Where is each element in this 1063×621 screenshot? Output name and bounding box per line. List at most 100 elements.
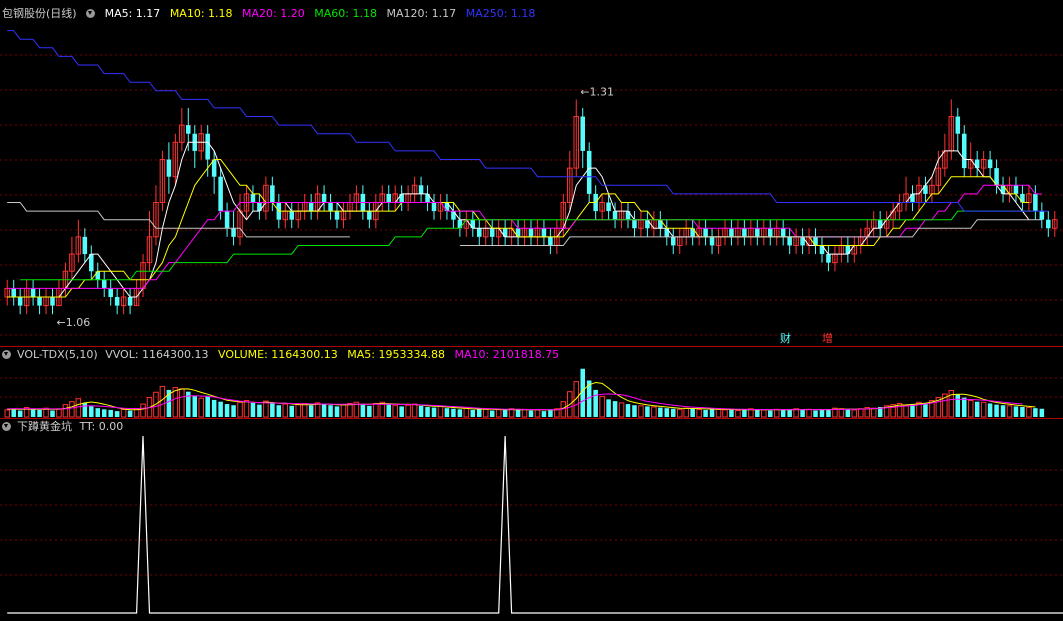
legend-ma20: MA20: 1.20 — [242, 7, 305, 20]
candle-down — [218, 176, 223, 212]
volume-bar — [463, 407, 470, 418]
volume-bar — [1039, 408, 1045, 417]
candle-down — [37, 297, 42, 306]
candle-down — [800, 236, 805, 246]
candle-down — [987, 159, 993, 169]
candle-down — [541, 228, 547, 237]
volume-bar — [4, 409, 10, 418]
volume-bar — [967, 400, 974, 418]
volume-bar — [321, 404, 327, 417]
candle-down — [186, 125, 191, 134]
volume-bar — [923, 402, 928, 417]
legend-volume: VOLUME: 1164300.13 — [218, 348, 338, 361]
volume-bar — [159, 385, 166, 418]
volume-bar — [813, 410, 818, 417]
volume-bar — [308, 405, 314, 417]
volume-bar — [295, 404, 301, 418]
settings-circle-icon[interactable] — [2, 422, 11, 431]
volume-bar — [974, 401, 980, 417]
candle-down — [1013, 185, 1019, 194]
candle-down — [1033, 193, 1038, 212]
volume-bar — [314, 402, 321, 418]
settings-circle-icon[interactable] — [2, 350, 11, 359]
volume-bar — [528, 410, 534, 417]
kline-chart[interactable]: ←1.31 ←1.06 — [0, 0, 1063, 621]
candle-down — [709, 236, 715, 246]
candle-down — [101, 279, 107, 289]
volume-bar — [243, 400, 250, 418]
candle-down — [308, 202, 314, 212]
volume-bar — [742, 409, 747, 417]
volume-bar — [541, 411, 547, 417]
price-legend: 包钢股份(日线) MA5: 1.17 MA10: 1.18 MA20: 1.20… — [2, 7, 541, 21]
candle-down — [321, 193, 327, 203]
volume-bar — [367, 405, 372, 417]
volume-bar — [451, 408, 456, 417]
volume-bar — [502, 409, 508, 417]
legend-ma120: MA120: 1.17 — [386, 7, 457, 20]
volume-bar — [638, 405, 644, 418]
volume-bar — [56, 408, 62, 418]
price-panel[interactable]: ←1.31 ←1.06 — [4, 30, 1058, 330]
volume-bar — [470, 409, 476, 417]
volume-bar — [399, 406, 404, 417]
volume-bar — [211, 399, 217, 417]
candle-down — [425, 193, 430, 203]
candle-down — [289, 211, 295, 220]
volume-bar — [411, 403, 418, 418]
volume-bar — [851, 409, 858, 418]
candle-down — [961, 133, 967, 169]
volume-bar — [257, 404, 262, 417]
volume-bar — [231, 405, 236, 417]
volume-bar — [95, 408, 101, 417]
volume-bar — [606, 399, 611, 417]
volume-bar — [482, 408, 489, 418]
candle-down — [418, 185, 424, 194]
volume-bar — [495, 408, 502, 418]
volume-bar — [405, 404, 411, 418]
volume-bar — [806, 408, 812, 418]
volume-bar — [425, 406, 430, 417]
candle-down — [580, 116, 585, 151]
marker-cai[interactable]: 财 — [780, 333, 791, 345]
marker-zeng[interactable]: 增 — [822, 333, 833, 345]
volume-bar — [826, 409, 831, 417]
volume-bar — [780, 409, 786, 417]
volume-bar — [696, 408, 702, 418]
indicator-panel[interactable] — [7, 435, 1063, 614]
volume-bar — [437, 405, 444, 418]
volume-bar — [457, 409, 463, 417]
legend-ma250: MA250: 1.18 — [465, 7, 536, 20]
candle-down — [548, 236, 553, 246]
volume-bar — [30, 409, 36, 417]
volume-bar — [282, 403, 289, 418]
volume-bar — [593, 389, 598, 417]
volume-bar — [987, 403, 993, 417]
volume-bar — [980, 401, 987, 418]
volume-bar — [418, 405, 424, 417]
volume-bar — [328, 405, 333, 417]
volume-bar — [301, 402, 308, 418]
volume-bar — [89, 405, 94, 417]
candle-down — [386, 193, 392, 203]
candle-down — [11, 288, 16, 298]
candle-down — [50, 297, 55, 306]
candle-down — [399, 193, 404, 203]
candle-down — [489, 228, 495, 237]
volume-bar — [360, 404, 366, 417]
legend-tt: TT: 0.00 — [79, 420, 124, 433]
volume-bar — [340, 404, 347, 418]
volume-bar — [955, 394, 961, 417]
volume-bar — [664, 408, 670, 417]
volume-bar — [75, 398, 82, 418]
candle-down — [606, 202, 611, 212]
volume-bar — [1006, 405, 1013, 418]
settings-circle-icon[interactable] — [86, 9, 96, 18]
volume-bar — [1013, 406, 1019, 417]
candle-down — [974, 159, 980, 169]
volume-bar — [1033, 408, 1038, 417]
volume-bar — [444, 408, 450, 417]
volume-bar — [994, 404, 999, 417]
volume-bar — [69, 401, 75, 418]
volume-panel[interactable] — [4, 368, 1045, 418]
